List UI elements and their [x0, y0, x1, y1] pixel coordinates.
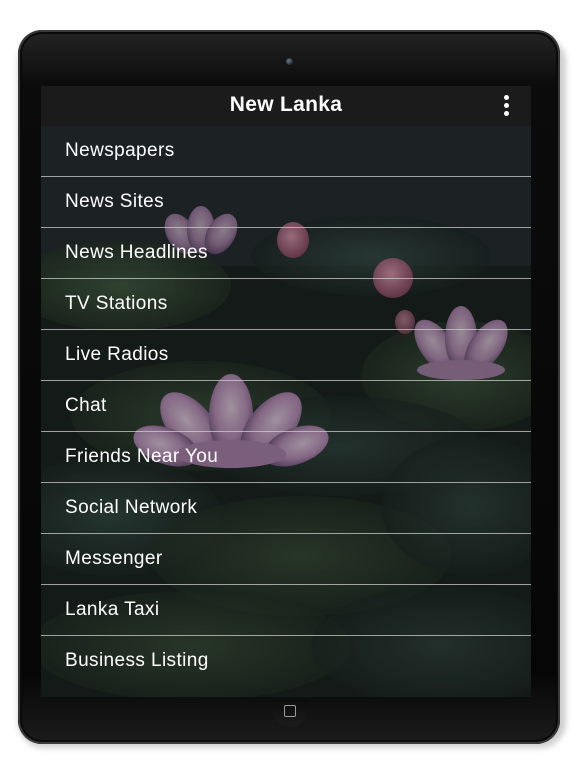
menu-item-newspapers[interactable]: Newspapers: [41, 126, 531, 177]
menu-item-label: Lanka Taxi: [65, 599, 160, 620]
app-screen: New Lanka Newspapers News Sites News Hea…: [41, 86, 531, 697]
home-button-icon: [284, 705, 296, 717]
menu-item-live-radios[interactable]: Live Radios: [41, 330, 531, 381]
menu-item-messenger[interactable]: Messenger: [41, 534, 531, 585]
menu-item-label: Chat: [65, 395, 107, 416]
menu-item-label: Newspapers: [65, 140, 175, 161]
menu-item-friends-near-you[interactable]: Friends Near You: [41, 432, 531, 483]
app-bar: New Lanka: [41, 86, 531, 126]
menu-item-label: Friends Near You: [65, 446, 219, 467]
menu-item-social-network[interactable]: Social Network: [41, 483, 531, 534]
menu-item-tv-stations[interactable]: TV Stations: [41, 279, 531, 330]
menu-item-lanka-taxi[interactable]: Lanka Taxi: [41, 585, 531, 636]
menu-list: Newspapers News Sites News Headlines TV …: [41, 126, 531, 687]
app-title: New Lanka: [229, 93, 343, 116]
menu-item-label: Business Listing: [65, 650, 209, 671]
menu-item-label: Messenger: [65, 548, 163, 569]
more-vertical-icon[interactable]: [501, 95, 513, 117]
menu-item-label: Social Network: [65, 497, 198, 518]
menu-item-news-sites[interactable]: News Sites: [41, 177, 531, 228]
menu-item-business-listing[interactable]: Business Listing: [41, 636, 531, 687]
front-camera-icon: [286, 58, 293, 65]
menu-item-label: News Sites: [65, 191, 165, 212]
menu-item-chat[interactable]: Chat: [41, 381, 531, 432]
menu-item-news-headlines[interactable]: News Headlines: [41, 228, 531, 279]
menu-item-label: TV Stations: [65, 293, 168, 314]
menu-item-label: News Headlines: [65, 242, 208, 263]
menu-item-label: Live Radios: [65, 344, 169, 365]
